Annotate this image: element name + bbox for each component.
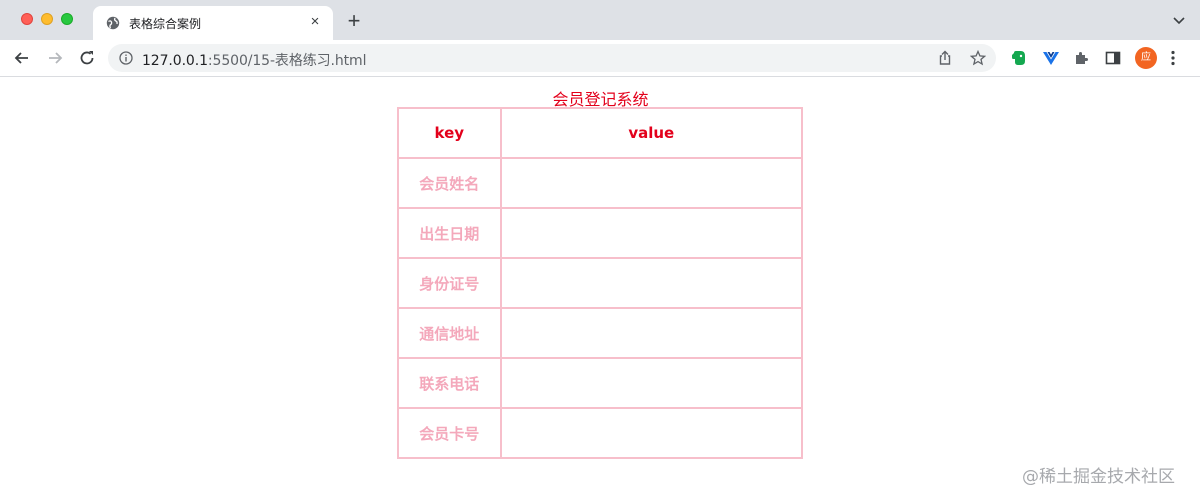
watermark: @稀土掘金技术社区: [1022, 467, 1175, 487]
table-row: 身份证号: [397, 257, 804, 309]
row-key: 出生日期: [397, 207, 502, 259]
row-key: 通信地址: [397, 307, 502, 359]
side-panel-icon[interactable]: [1104, 49, 1122, 67]
row-key: 身份证号: [397, 257, 502, 309]
extensions-puzzle-icon[interactable]: [1073, 49, 1091, 67]
maximize-window-button[interactable]: [61, 13, 73, 25]
row-value: [499, 407, 804, 459]
minimize-window-button[interactable]: [41, 13, 53, 25]
row-value: [499, 257, 804, 309]
address-bar[interactable]: 127.0.0.1:5500/15-表格练习.html: [108, 44, 996, 72]
table-row: 出生日期: [397, 207, 804, 259]
header-key: key: [397, 107, 502, 159]
row-value: [499, 307, 804, 359]
evernote-extension-icon[interactable]: [1010, 49, 1028, 67]
member-registration-table: key value 会员姓名 出生日期 身份证号 通信地址 联系电话 会员卡号: [397, 107, 804, 459]
globe-icon: [106, 16, 120, 30]
header-value: value: [499, 107, 804, 159]
row-key: 会员卡号: [397, 407, 502, 459]
chevron-down-icon[interactable]: [1172, 13, 1186, 27]
table-row: 会员卡号: [397, 407, 804, 459]
row-value: [499, 157, 804, 209]
vue-devtools-extension-icon[interactable]: [1042, 49, 1060, 67]
back-arrow-icon[interactable]: [12, 48, 32, 68]
table-row: 通信地址: [397, 307, 804, 359]
reload-icon[interactable]: [77, 48, 97, 68]
tab-close-button[interactable]: ×: [307, 14, 323, 30]
new-tab-button[interactable]: +: [344, 10, 364, 32]
active-tab[interactable]: 表格综合案例 ×: [93, 6, 333, 40]
profile-avatar[interactable]: 应: [1135, 47, 1157, 69]
info-icon[interactable]: [119, 51, 133, 65]
table-row: 会员姓名: [397, 157, 804, 209]
bookmark-star-icon[interactable]: [970, 50, 986, 66]
more-menu-icon[interactable]: [1170, 50, 1176, 66]
row-key: 联系电话: [397, 357, 502, 409]
row-value: [499, 357, 804, 409]
table-header-row: key value: [397, 107, 804, 159]
row-value: [499, 207, 804, 259]
browser-toolbar: 127.0.0.1:5500/15-表格练习.html 应: [0, 40, 1200, 77]
share-icon[interactable]: [937, 50, 953, 66]
url-text[interactable]: 127.0.0.1:5500/15-表格练习.html: [142, 50, 366, 70]
close-window-button[interactable]: [21, 13, 33, 25]
url-host: 127.0.0.1: [142, 53, 208, 69]
forward-arrow-icon[interactable]: [45, 48, 65, 68]
url-path: :5500/15-表格练习.html: [207, 53, 367, 69]
tab-strip: 表格综合案例 × +: [0, 0, 1200, 40]
tab-title: 表格综合案例: [129, 17, 202, 31]
row-key: 会员姓名: [397, 157, 502, 209]
table-row: 联系电话: [397, 357, 804, 409]
